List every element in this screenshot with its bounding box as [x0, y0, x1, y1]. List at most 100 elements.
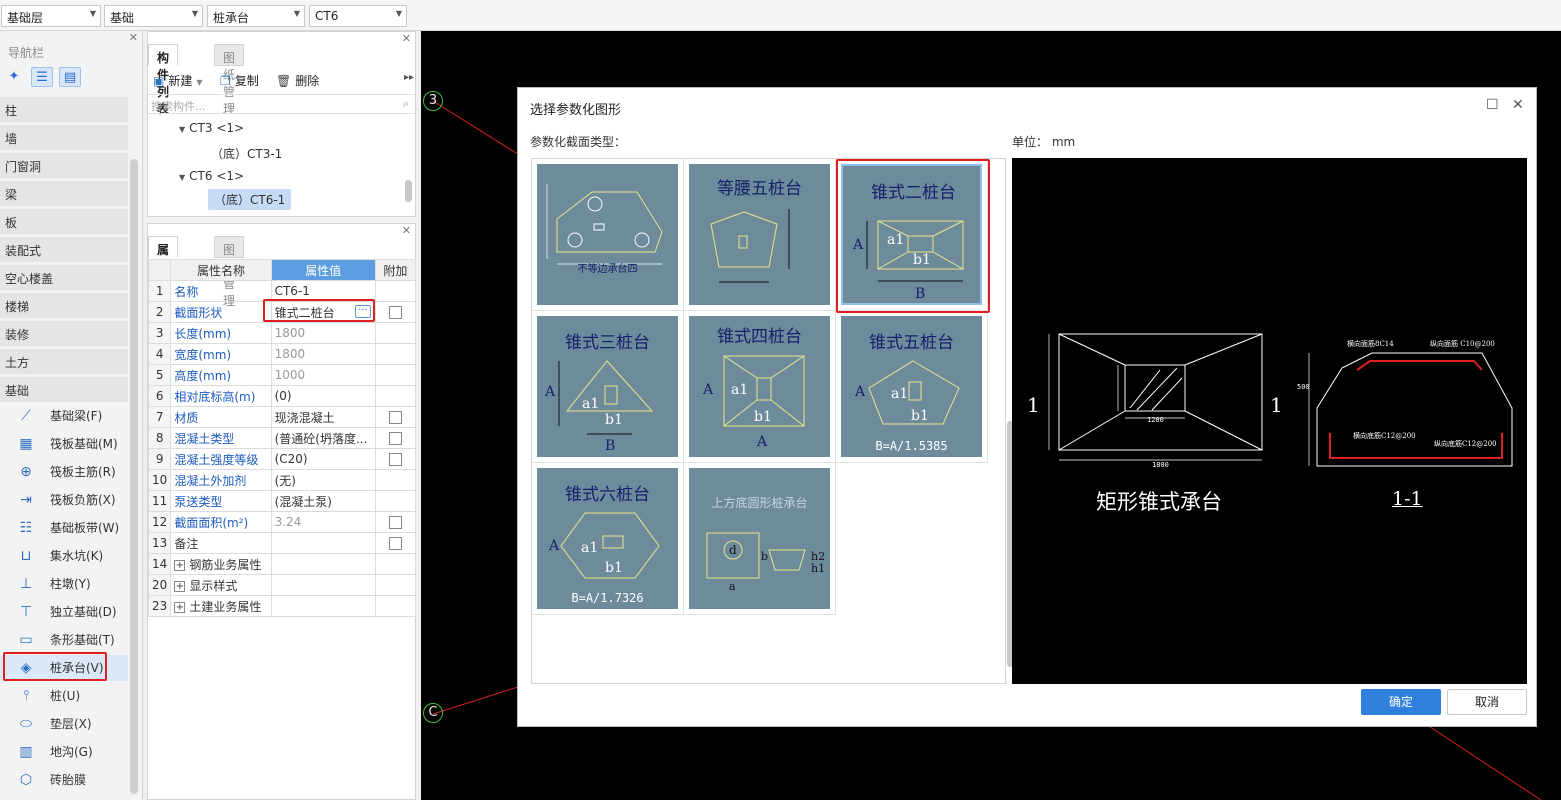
nav-item[interactable]: ⊔ 集水坑(K)	[0, 543, 128, 569]
property-row[interactable]: 8 混凝土类型 (普通砼(坍落度...	[147, 427, 417, 449]
shape-tile-conical-four[interactable]: 锥式四桩台 A a1 b1 A	[684, 311, 836, 463]
property-row[interactable]: 3 长度(mm) 1800	[147, 322, 417, 344]
tree-node-ct6-1[interactable]: （底）CT6-1	[208, 189, 292, 210]
property-value[interactable]: 1000	[270, 364, 376, 386]
property-row[interactable]: 4 宽度(mm) 1800	[147, 343, 417, 365]
nav-category[interactable]: 空心楼盖	[0, 265, 128, 290]
expand-icon[interactable]: +	[174, 559, 186, 571]
copy-button[interactable]: ❐ 复制	[220, 72, 259, 89]
tab-drawing-management[interactable]: 图纸管理	[214, 44, 245, 116]
property-row[interactable]: 9 混凝土强度等级 (C20)	[147, 448, 417, 470]
nav-category[interactable]: 墙	[0, 125, 128, 150]
component-dropdown[interactable]: CT6 ▼	[309, 5, 407, 27]
extra-checkbox[interactable]	[388, 537, 402, 550]
list-view-icon[interactable]: ☰	[31, 67, 53, 87]
nav-category[interactable]: 板	[0, 209, 128, 234]
tab-layer-management[interactable]: 图层管理	[214, 236, 245, 308]
nav-item[interactable]: ⊤ 独立基础(D)	[0, 599, 128, 625]
property-row[interactable]: 7 材质 现浇混凝土	[147, 406, 417, 428]
property-row[interactable]: 11 泵送类型 (混凝土泵)	[147, 490, 417, 512]
property-value[interactable]: 1800	[270, 343, 376, 365]
nav-item[interactable]: ⫯ 桩(U)	[0, 683, 128, 709]
property-value[interactable]: (混凝土泵)	[270, 490, 376, 512]
property-row[interactable]: 5 高度(mm) 1000	[147, 364, 417, 386]
property-value[interactable]	[270, 595, 376, 617]
tree-node-ct3[interactable]: ▼ CT3 <1>	[179, 121, 244, 135]
property-value[interactable]: (普通砼(坍落度...	[270, 427, 376, 449]
ok-button[interactable]: 确定	[1361, 689, 1441, 715]
property-row[interactable]: 23 + 土建业务属性	[147, 595, 417, 617]
nav-item[interactable]: ⟋ 基础梁(F)	[0, 403, 128, 429]
delete-button[interactable]: 🗑 删除	[276, 72, 319, 89]
nav-item[interactable]: ▭ 条形基础(T)	[0, 627, 128, 653]
more-icon[interactable]: ▸▸	[404, 72, 414, 83]
tab-property-list[interactable]: 属性列表	[148, 236, 179, 308]
shape-tile-unequal-four[interactable]: 不等边承台四	[532, 159, 684, 311]
tree-node-ct3-1[interactable]: （底）CT3-1	[211, 145, 282, 162]
nav-category[interactable]: 门窗洞	[0, 153, 128, 178]
property-row[interactable]: 10 混凝土外加剂 (无)	[147, 469, 417, 491]
maximize-icon[interactable]: ☐	[1486, 97, 1499, 113]
shape-tile-round-top-bottom[interactable]: 上方底圆形桩承台 d b a h2 h1	[684, 463, 836, 615]
nav-category[interactable]: 柱	[0, 97, 128, 122]
nav-category[interactable]: 土方	[0, 349, 128, 374]
nav-category[interactable]: 楼梯	[0, 293, 128, 318]
property-value[interactable]: (C20)	[270, 448, 376, 470]
nav-category[interactable]: 基础	[0, 377, 128, 402]
nav-item[interactable]: ⬡ 砖胎膜	[0, 767, 128, 793]
row-number: 5	[147, 364, 172, 386]
property-row[interactable]: 12 截面面积(m²) 3.24	[147, 511, 417, 533]
nav-item[interactable]: ⇥ 筏板负筋(X)	[0, 487, 128, 513]
close-icon[interactable]: ✕	[402, 32, 411, 45]
property-value[interactable]	[270, 574, 376, 596]
detail-view-icon[interactable]: ▤	[59, 67, 81, 87]
property-name: 备注	[170, 532, 272, 554]
type-dropdown[interactable]: 桩承台 ▼	[207, 5, 305, 27]
nav-item[interactable]: ⊥ 柱墩(Y)	[0, 571, 128, 597]
expand-icon[interactable]: +	[174, 601, 186, 613]
property-value[interactable]: 现浇混凝土	[270, 406, 376, 428]
extra-checkbox[interactable]	[388, 516, 402, 529]
cancel-button[interactable]: 取消	[1447, 689, 1527, 715]
nav-category[interactable]: 装配式	[0, 237, 128, 262]
property-value[interactable]	[270, 532, 376, 554]
shape-tile-isosceles-five[interactable]: 等腰五桩台	[684, 159, 836, 311]
extra-checkbox[interactable]	[388, 453, 402, 466]
shape-tile-conical-six[interactable]: 锥式六桩台 A a1 b1 B=A/1.7326	[532, 463, 684, 615]
nav-scrollbar[interactable]	[130, 159, 138, 794]
extra-checkbox[interactable]	[388, 411, 402, 424]
pin-icon[interactable]: ✦	[3, 67, 25, 87]
nav-item[interactable]: ⊕ 筏板主筋(R)	[0, 459, 128, 485]
category-dropdown[interactable]: 基础 ▼	[104, 5, 203, 27]
property-value[interactable]	[270, 553, 376, 575]
shape-tile-conical-three[interactable]: 锥式三桩台 A a1 b1 B	[532, 311, 684, 463]
property-value[interactable]: 1800	[270, 322, 376, 344]
close-icon[interactable]: ✕	[129, 31, 138, 44]
property-row[interactable]: 6 相对底标高(m) (0)	[147, 385, 417, 407]
new-button[interactable]: ▣ 新建 ▼	[153, 72, 203, 89]
tab-component-list[interactable]: 构件列表	[148, 44, 179, 116]
nav-item[interactable]: ⬭ 垫层(X)	[0, 711, 128, 737]
tree-node-ct6[interactable]: ▼ CT6 <1>	[179, 169, 244, 183]
property-row[interactable]: 14 + 钢筋业务属性	[147, 553, 417, 575]
property-row[interactable]: 13 备注	[147, 532, 417, 554]
extra-checkbox[interactable]	[388, 432, 402, 445]
close-icon[interactable]: ✕	[402, 224, 411, 237]
nav-category[interactable]: 梁	[0, 181, 128, 206]
expand-icon[interactable]: +	[174, 580, 186, 592]
floor-dropdown[interactable]: 基础层 ▼	[1, 5, 101, 27]
extra-checkbox[interactable]	[388, 306, 402, 319]
property-value[interactable]: (0)	[270, 385, 376, 407]
property-value[interactable]: (无)	[270, 469, 376, 491]
property-row[interactable]: 20 + 显示样式	[147, 574, 417, 596]
extra-cell	[374, 532, 417, 554]
close-icon[interactable]: ✕	[1512, 97, 1524, 113]
nav-item[interactable]: ☷ 基础板带(W)	[0, 515, 128, 541]
nav-category[interactable]: 装修	[0, 321, 128, 346]
search-input[interactable]: 搜索构件... ⌕	[148, 94, 415, 114]
nav-item[interactable]: ▦ 筏板基础(M)	[0, 431, 128, 457]
property-value[interactable]: 3.24	[270, 511, 376, 533]
tree-scrollbar[interactable]	[405, 180, 412, 202]
shape-tile-conical-five[interactable]: 锥式五桩台 A a1 b1 B=A/1.5385	[836, 311, 988, 463]
nav-item[interactable]: ▥ 地沟(G)	[0, 739, 128, 765]
